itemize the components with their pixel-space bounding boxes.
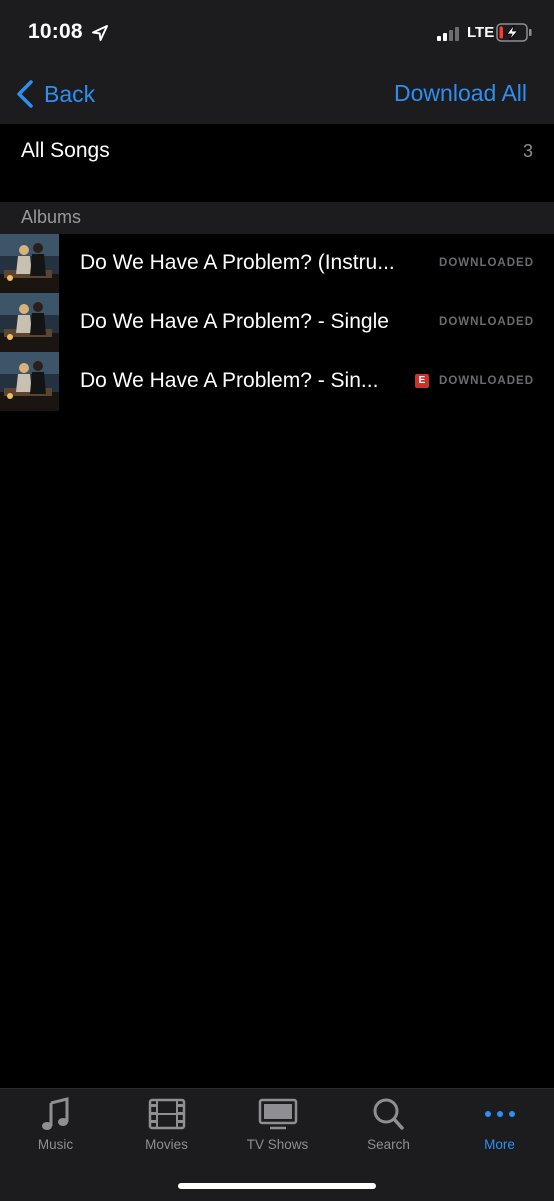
album-title: Do We Have A Problem? - Sin...: [80, 369, 379, 392]
album-row[interactable]: Do We Have A Problem? - Single DOWNLOADE…: [0, 293, 554, 352]
navigation-bar: Back Download All: [0, 66, 554, 124]
tv-icon: [258, 1098, 297, 1130]
album-row[interactable]: Do We Have A Problem? - Sin... E DOWNLOA…: [0, 352, 554, 411]
tab-label: Search: [367, 1137, 410, 1152]
album-artwork: [0, 234, 59, 293]
album-title: Do We Have A Problem? - Single: [80, 310, 389, 333]
tab-label: TV Shows: [246, 1137, 309, 1152]
back-label: Back: [44, 80, 96, 107]
search-icon: [373, 1098, 404, 1130]
explicit-badge: E: [415, 374, 429, 388]
music-note-icon: [41, 1097, 68, 1130]
tab-music[interactable]: Music: [0, 1089, 111, 1159]
tab-label: Movies: [145, 1137, 188, 1152]
back-button[interactable]: Back: [16, 78, 95, 110]
tab-label: Music: [37, 1137, 74, 1152]
battery-charging-icon: [496, 23, 532, 42]
more-dots-icon: [484, 1111, 515, 1117]
tab-tv-shows[interactable]: TV Shows: [222, 1089, 333, 1159]
header: 10:08 LTE Back Download All: [0, 0, 554, 124]
all-songs-row[interactable]: All Songs 3: [0, 124, 554, 202]
all-songs-count: 3: [522, 141, 533, 161]
status-time: 10:08: [28, 20, 83, 43]
tab-movies[interactable]: Movies: [111, 1089, 222, 1159]
download-status: DOWNLOADED: [439, 316, 534, 328]
signal-icon: [437, 27, 463, 41]
network-type: LTE: [467, 24, 495, 41]
film-icon: [148, 1098, 185, 1130]
tab-label: More: [484, 1137, 515, 1152]
album-artwork: [0, 352, 59, 411]
location-arrow-icon: [92, 25, 108, 41]
tab-search[interactable]: Search: [333, 1089, 444, 1159]
chevron-left-icon: [17, 80, 33, 108]
download-status: DOWNLOADED: [439, 375, 534, 387]
albums-section-header: Albums: [0, 202, 554, 234]
download-status: DOWNLOADED: [439, 257, 534, 269]
home-indicator: [178, 1183, 376, 1189]
album-artwork: [0, 293, 59, 352]
tab-more[interactable]: More: [444, 1089, 554, 1159]
all-songs-label: All Songs: [21, 139, 110, 162]
album-row[interactable]: Do We Have A Problem? (Instru... DOWNLOA…: [0, 234, 554, 293]
album-title: Do We Have A Problem? (Instru...: [80, 251, 395, 274]
download-all-button[interactable]: Download All: [394, 80, 527, 107]
album-list: Do We Have A Problem? (Instru... DOWNLOA…: [0, 234, 554, 411]
status-bar: 10:08 LTE: [0, 0, 554, 66]
section-title: Albums: [21, 207, 82, 227]
